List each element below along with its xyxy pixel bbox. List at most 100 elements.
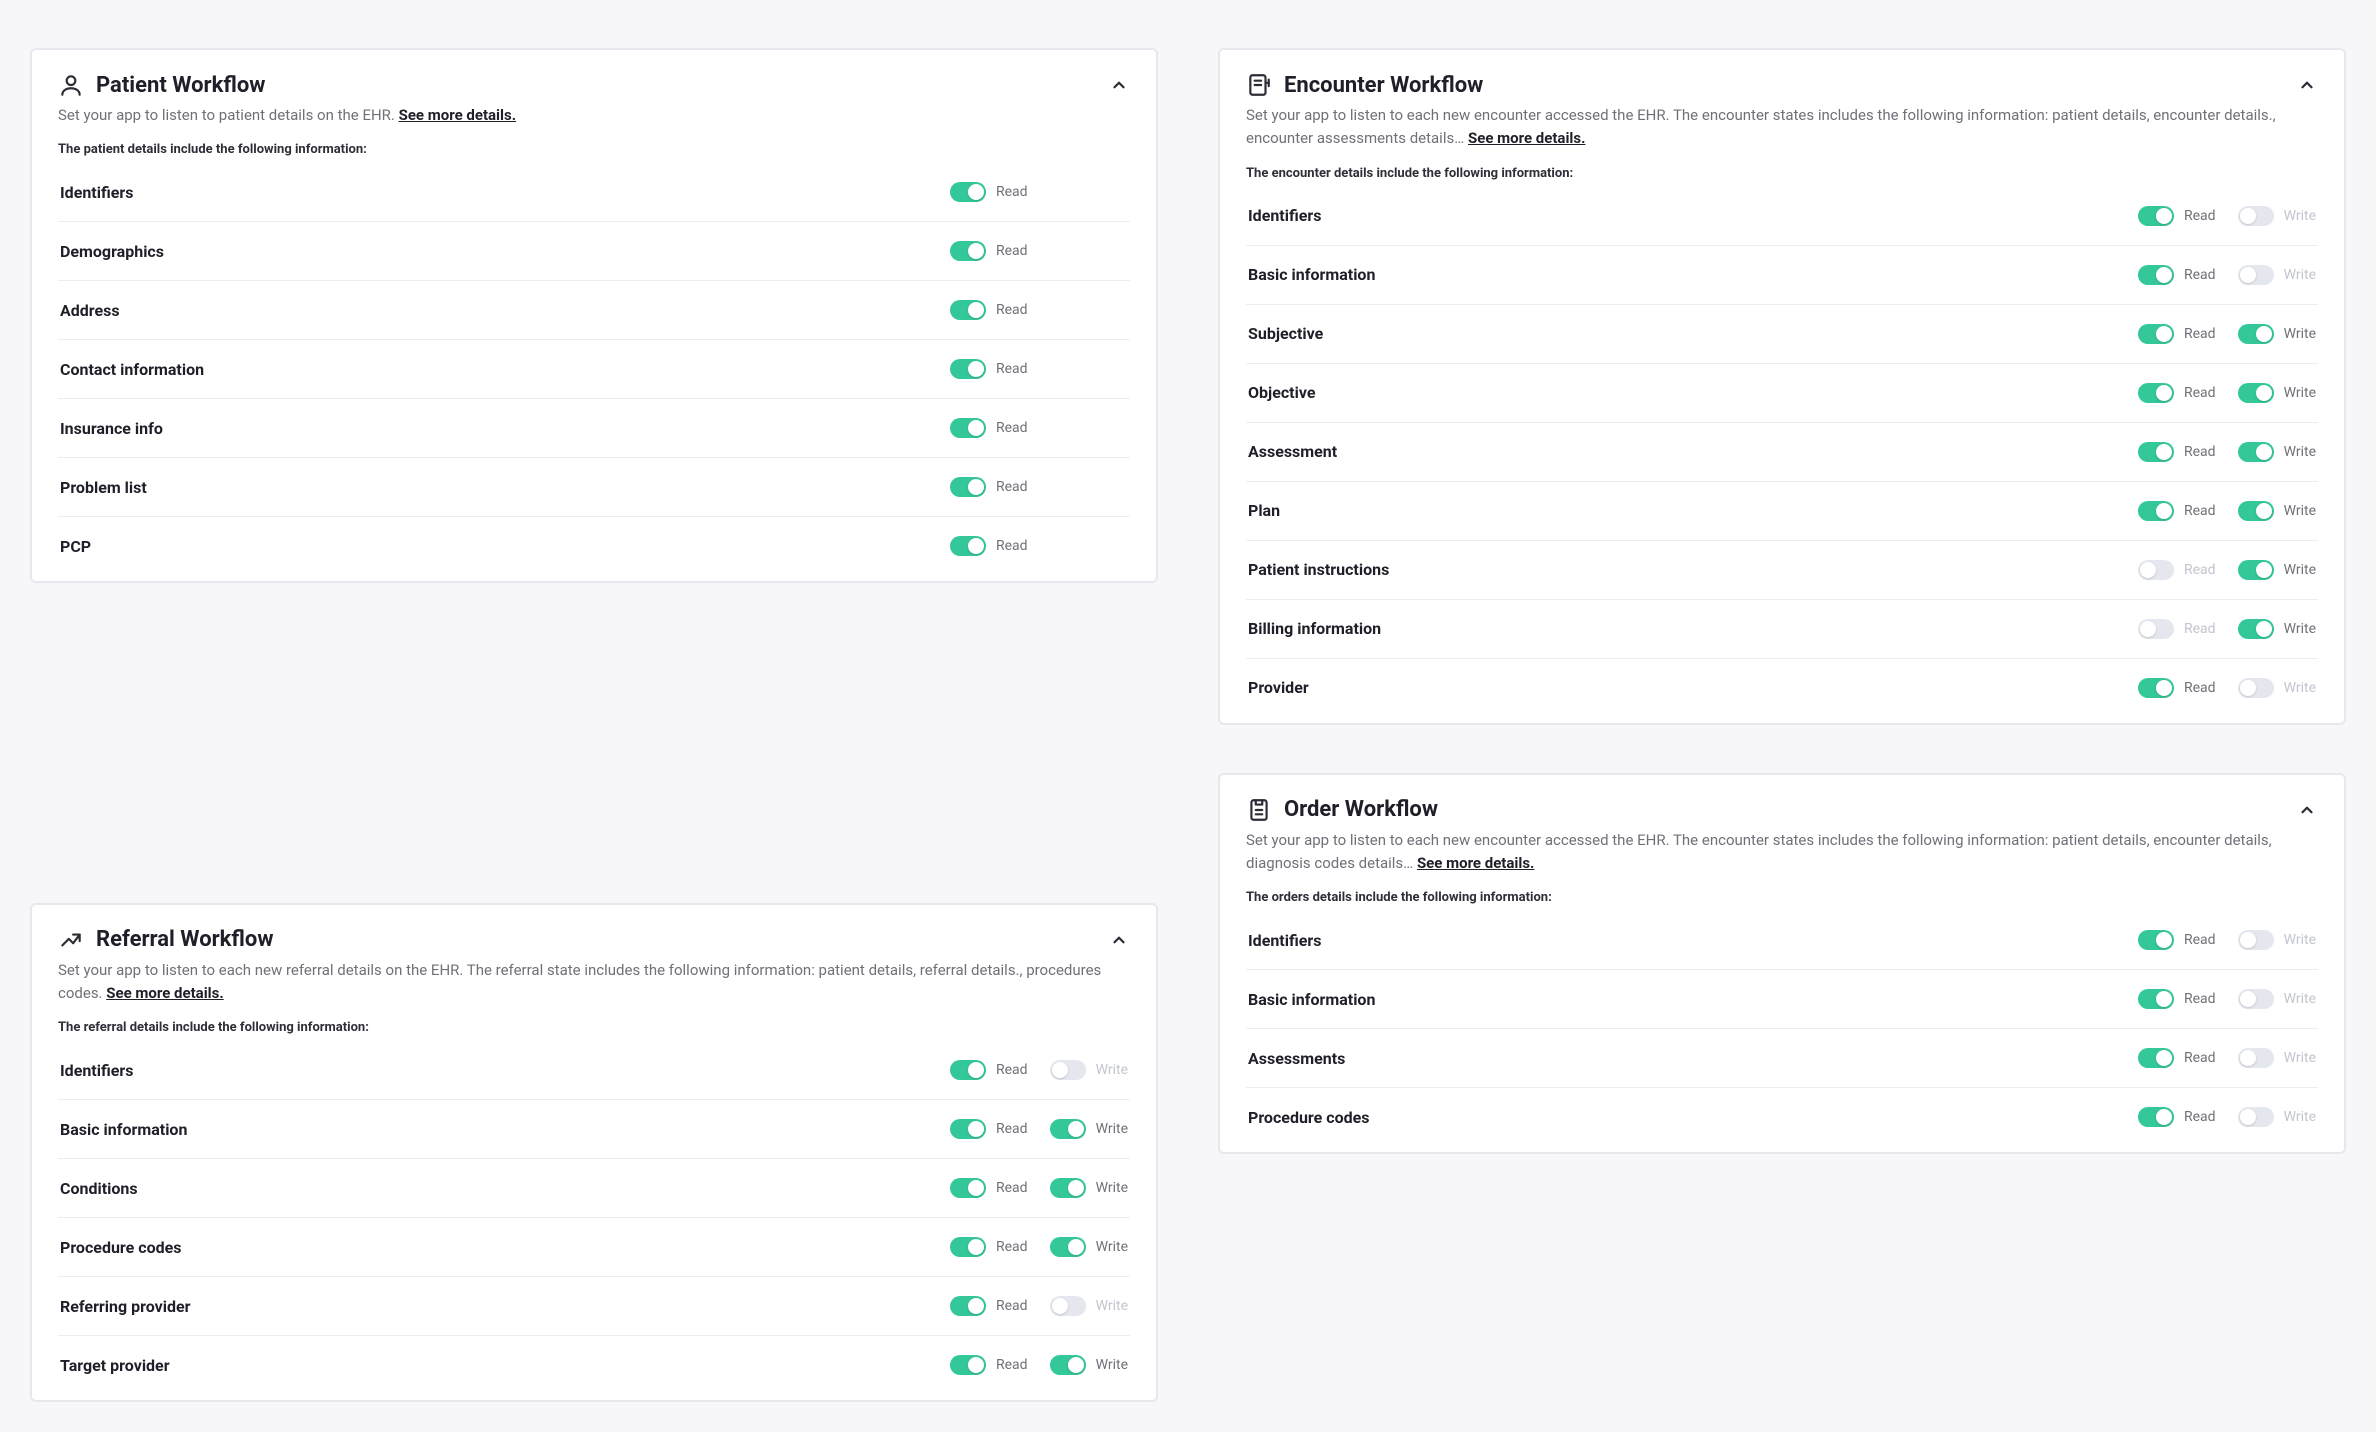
permission-row: Insurance infoReadWrite bbox=[58, 398, 1130, 457]
write-toggle[interactable] bbox=[2238, 442, 2274, 462]
read-toggle[interactable] bbox=[950, 182, 986, 202]
read-label: Read bbox=[996, 538, 1028, 554]
permission-row: SubjectiveReadWrite bbox=[1246, 304, 2318, 363]
write-label: Write bbox=[2284, 562, 2316, 578]
write-control: Write bbox=[2238, 265, 2316, 285]
permission-row: Contact informationReadWrite bbox=[58, 339, 1130, 398]
see-more-link[interactable]: See more details. bbox=[106, 984, 223, 1002]
read-toggle[interactable] bbox=[2138, 560, 2174, 580]
chevron-up-icon[interactable] bbox=[1108, 74, 1130, 96]
permission-name: Provider bbox=[1248, 678, 1309, 697]
read-toggle[interactable] bbox=[2138, 501, 2174, 521]
write-control: Write bbox=[2238, 560, 2316, 580]
card-title: Referral Workflow bbox=[96, 927, 274, 952]
write-toggle[interactable] bbox=[2238, 930, 2274, 950]
write-toggle[interactable] bbox=[2238, 265, 2274, 285]
read-toggle[interactable] bbox=[950, 418, 986, 438]
see-more-link[interactable]: See more details. bbox=[1417, 854, 1534, 872]
permission-controls: Read Write bbox=[950, 1237, 1128, 1257]
read-control: Read bbox=[950, 536, 1028, 556]
write-toggle[interactable] bbox=[2238, 1107, 2274, 1127]
write-toggle[interactable] bbox=[2238, 383, 2274, 403]
write-control: Write bbox=[2238, 383, 2316, 403]
write-toggle[interactable] bbox=[2238, 989, 2274, 1009]
card-patient-workflow: Patient Workflow Set your app to listen … bbox=[30, 48, 1158, 583]
read-label: Read bbox=[2184, 932, 2216, 948]
read-toggle[interactable] bbox=[2138, 989, 2174, 1009]
chevron-up-icon[interactable] bbox=[1108, 929, 1130, 951]
write-toggle[interactable] bbox=[1050, 1296, 1086, 1316]
chevron-up-icon[interactable] bbox=[2296, 74, 2318, 96]
permission-name: Patient instructions bbox=[1248, 560, 1389, 579]
permission-name: Procedure codes bbox=[60, 1238, 181, 1257]
permission-row: AssessmentsReadWrite bbox=[1246, 1028, 2318, 1087]
write-control: Write bbox=[1050, 1355, 1128, 1375]
read-toggle[interactable] bbox=[2138, 1048, 2174, 1068]
read-toggle[interactable] bbox=[950, 1060, 986, 1080]
read-control: Read bbox=[2138, 1107, 2216, 1127]
read-toggle[interactable] bbox=[950, 477, 986, 497]
write-toggle[interactable] bbox=[1050, 1355, 1086, 1375]
permission-controls: ReadWrite bbox=[950, 536, 1128, 556]
write-toggle[interactable] bbox=[2238, 1048, 2274, 1068]
write-control: Write bbox=[1050, 1237, 1128, 1257]
write-toggle[interactable] bbox=[1050, 1237, 1086, 1257]
read-toggle[interactable] bbox=[2138, 206, 2174, 226]
card-title: Order Workflow bbox=[1284, 797, 1438, 822]
write-label: Write bbox=[2284, 1109, 2316, 1125]
permission-controls: ReadWrite bbox=[2138, 206, 2316, 226]
encounter-icon bbox=[1246, 72, 1272, 98]
read-toggle[interactable] bbox=[950, 300, 986, 320]
write-toggle[interactable] bbox=[2238, 324, 2274, 344]
read-toggle[interactable] bbox=[2138, 265, 2174, 285]
read-toggle[interactable] bbox=[950, 1296, 986, 1316]
see-more-link[interactable]: See more details. bbox=[399, 106, 516, 124]
write-toggle[interactable] bbox=[2238, 678, 2274, 698]
read-toggle[interactable] bbox=[2138, 442, 2174, 462]
permission-row: DemographicsReadWrite bbox=[58, 221, 1130, 280]
write-toggle[interactable] bbox=[1050, 1178, 1086, 1198]
write-label: Write bbox=[1096, 1180, 1128, 1196]
write-control: Write bbox=[2238, 501, 2316, 521]
card-title: Encounter Workflow bbox=[1284, 73, 1483, 98]
read-toggle[interactable] bbox=[2138, 1107, 2174, 1127]
read-toggle[interactable] bbox=[2138, 930, 2174, 950]
read-toggle[interactable] bbox=[950, 536, 986, 556]
write-toggle[interactable] bbox=[2238, 501, 2274, 521]
referral-icon bbox=[58, 927, 84, 953]
read-toggle[interactable] bbox=[950, 241, 986, 261]
chevron-up-icon[interactable] bbox=[2296, 799, 2318, 821]
write-toggle[interactable] bbox=[2238, 560, 2274, 580]
permission-controls: ReadWrite bbox=[950, 1178, 1128, 1198]
read-control: Read bbox=[2138, 383, 2216, 403]
read-toggle[interactable] bbox=[2138, 383, 2174, 403]
read-toggle[interactable] bbox=[950, 1178, 986, 1198]
permission-row: Target providerReadWrite bbox=[58, 1335, 1130, 1394]
read-toggle[interactable] bbox=[950, 1355, 986, 1375]
read-control: Read bbox=[950, 241, 1028, 261]
permission-row: Basic informationReadWrite bbox=[1246, 969, 2318, 1028]
write-toggle[interactable] bbox=[2238, 619, 2274, 639]
read-toggle[interactable] bbox=[950, 1119, 986, 1139]
permission-controls: ReadWrite bbox=[2138, 930, 2316, 950]
write-control: Write bbox=[2238, 324, 2316, 344]
read-toggle[interactable] bbox=[2138, 619, 2174, 639]
read-toggle[interactable] bbox=[950, 1237, 986, 1257]
permission-name: Plan bbox=[1248, 501, 1280, 520]
card-order-workflow: Order Workflow Set your app to listen to… bbox=[1218, 773, 2346, 1155]
permission-name: Identifiers bbox=[1248, 931, 1321, 950]
read-toggle[interactable] bbox=[2138, 678, 2174, 698]
write-toggle[interactable] bbox=[1050, 1119, 1086, 1139]
read-toggle[interactable] bbox=[2138, 324, 2174, 344]
write-toggle[interactable] bbox=[2238, 206, 2274, 226]
read-label: Read bbox=[996, 1062, 1028, 1078]
read-toggle[interactable] bbox=[950, 359, 986, 379]
permission-row: AddressReadWrite bbox=[58, 280, 1130, 339]
see-more-link[interactable]: See more details. bbox=[1468, 129, 1585, 147]
permission-controls: Read Write bbox=[2138, 383, 2316, 403]
read-control: Read bbox=[950, 1237, 1028, 1257]
permission-controls: ReadWrite bbox=[2138, 619, 2316, 639]
write-control: Write bbox=[2238, 442, 2316, 462]
write-toggle[interactable] bbox=[1050, 1060, 1086, 1080]
permission-name: Billing information bbox=[1248, 619, 1381, 638]
